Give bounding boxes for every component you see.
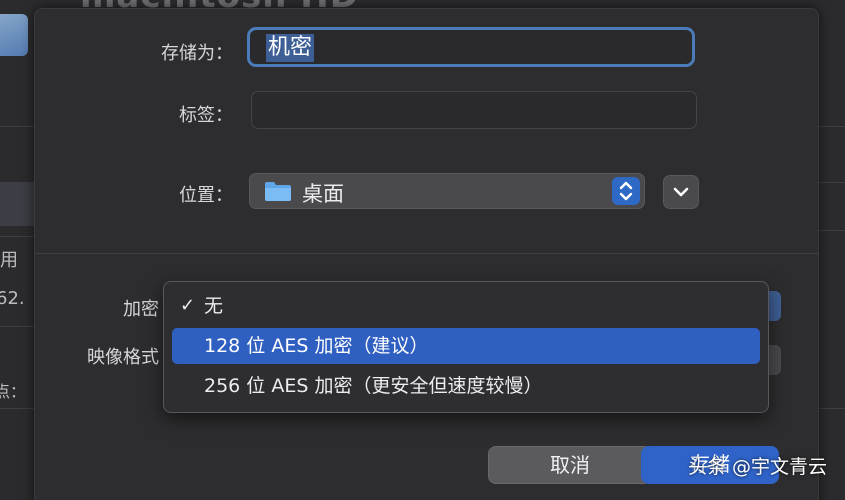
watermark: 头条 @宇文青云: [688, 456, 828, 478]
save-as-field[interactable]: 机密: [247, 27, 695, 67]
checkmark-icon: ✓: [180, 295, 196, 316]
encryption-menu: ✓ 无 128 位 AES 加密（建议） 256 位 AES 加密（更安全但速度…: [163, 281, 769, 413]
background-label-used: 用: [0, 250, 18, 271]
menu-item-label: 256 位 AES 加密（更安全但速度较慢）: [204, 375, 543, 397]
menu-item-aes-256[interactable]: 256 位 AES 加密（更安全但速度较慢）: [172, 368, 760, 404]
folder-icon: [265, 182, 291, 201]
menu-item-label: 128 位 AES 加密（建议）: [204, 335, 429, 357]
screen: macintosh HD 用 62. 点： 存储为： 机密 标签： 位置： 桌面: [0, 0, 845, 500]
menu-item-aes-128[interactable]: 128 位 AES 加密（建议）: [172, 328, 760, 364]
background-divider: [0, 326, 34, 327]
background-divider: [0, 408, 34, 409]
background-divider: [0, 236, 34, 237]
background-right-strip: [817, 0, 845, 500]
background-divider: [817, 230, 845, 231]
location-value: 桌面: [302, 182, 344, 206]
image-format-label: 映像格式: [87, 347, 159, 368]
save-dialog: 存储为： 机密 标签： 位置： 桌面 加密 映像格式 ✓ 无 128 位 AES…: [34, 8, 819, 500]
up-down-chevron-icon[interactable]: [612, 177, 640, 205]
cancel-button[interactable]: 取消: [488, 446, 652, 484]
tags-label: 标签：: [179, 105, 233, 126]
background-divider: [817, 408, 845, 409]
save-as-value[interactable]: 机密: [266, 34, 315, 62]
disk-icon: [0, 14, 28, 56]
menu-item-label: 无: [204, 295, 224, 317]
background-divider: [817, 182, 845, 183]
save-as-label: 存储为：: [161, 43, 233, 64]
menu-item-none[interactable]: ✓ 无: [172, 288, 760, 324]
chevron-down-icon: [673, 187, 689, 197]
location-label: 位置：: [179, 185, 233, 206]
background-label-point: 点：: [0, 382, 27, 401]
encryption-label: 加密: [123, 299, 159, 320]
background-label-size: 62.: [0, 288, 25, 309]
tags-field[interactable]: [251, 91, 697, 129]
background-divider: [817, 126, 845, 127]
background-sidebar-selected-item: [0, 182, 34, 226]
expand-button[interactable]: [663, 175, 699, 209]
section-divider: [35, 253, 818, 254]
background-divider: [0, 126, 34, 127]
location-select[interactable]: 桌面: [249, 173, 645, 209]
